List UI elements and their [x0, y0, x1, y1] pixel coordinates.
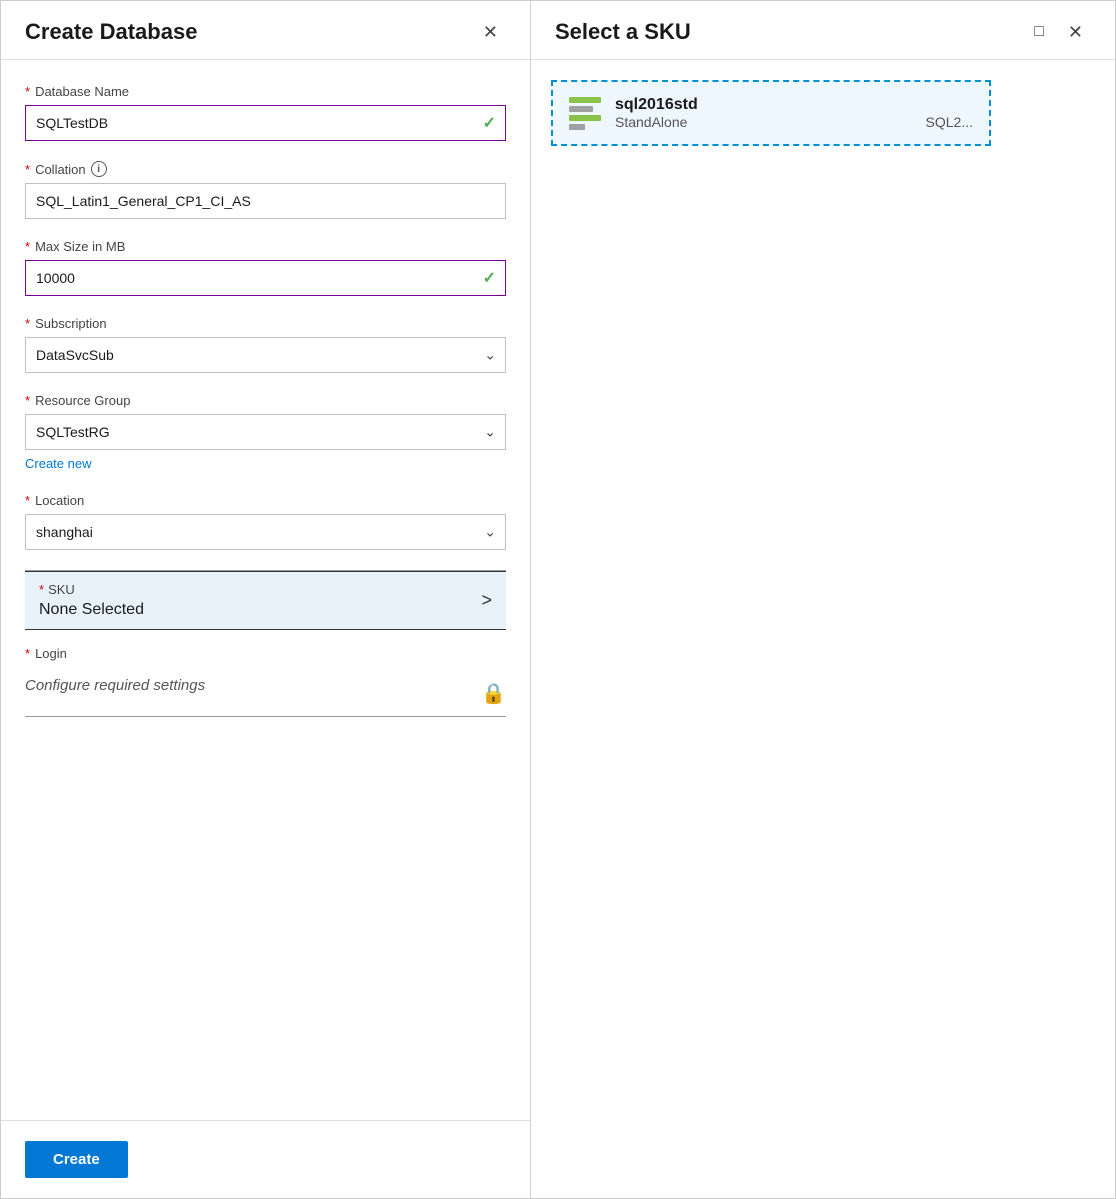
create-new-link[interactable]: Create new — [25, 456, 91, 471]
right-panel-title: Select a SKU — [555, 19, 691, 45]
max-size-label: * Max Size in MB — [25, 239, 506, 254]
sku-value: None Selected — [39, 601, 481, 619]
resource-group-select[interactable]: SQLTestRG — [25, 414, 506, 450]
sku-field-group: * SKU None Selected > — [25, 571, 506, 630]
collation-info-icon[interactable]: i — [91, 161, 107, 177]
login-field-inner: Configure required settings — [25, 677, 481, 694]
sku-selector[interactable]: * SKU None Selected > — [25, 571, 506, 630]
subscription-select[interactable]: DataSvcSub — [25, 337, 506, 373]
required-star-rg: * — [25, 393, 30, 408]
collation-input[interactable] — [25, 183, 506, 219]
sku-bar-3 — [569, 115, 601, 121]
left-panel-close-button[interactable]: ✕ — [475, 19, 506, 45]
required-star-collation: * — [25, 162, 30, 177]
location-field-group: * Location shanghai ⌄ — [25, 493, 506, 550]
location-select-wrapper: shanghai ⌄ — [25, 514, 506, 550]
max-size-field-group: * Max Size in MB ✓ — [25, 239, 506, 296]
database-name-field-group: * Database Name ✓ — [25, 84, 506, 141]
database-name-input[interactable] — [25, 105, 506, 141]
max-size-input-wrapper: ✓ — [25, 260, 506, 296]
required-star: * — [25, 84, 30, 99]
collation-label: * Collation i — [25, 161, 506, 177]
create-button[interactable]: Create — [25, 1141, 128, 1178]
subscription-label: * Subscription — [25, 316, 506, 331]
resource-group-select-wrapper: SQLTestRG ⌄ — [25, 414, 506, 450]
resource-group-label: * Resource Group — [25, 393, 506, 408]
sku-bar-1 — [569, 97, 601, 103]
database-name-label: * Database Name — [25, 84, 506, 99]
resource-group-field-group: * Resource Group SQLTestRG ⌄ Create new — [25, 393, 506, 473]
database-name-input-wrapper: ✓ — [25, 105, 506, 141]
max-size-input[interactable] — [25, 260, 506, 296]
sku-field-inner: * SKU None Selected — [39, 582, 481, 619]
location-label: * Location — [25, 493, 506, 508]
sku-card-type: StandAlone — [615, 114, 912, 130]
right-panel-body: sql2016std StandAlone SQL2... — [531, 60, 1115, 1198]
collation-input-wrapper — [25, 183, 506, 219]
max-size-check-icon: ✓ — [483, 268, 496, 288]
right-panel-header: Select a SKU □ ✕ — [531, 1, 1115, 60]
right-panel-close-button[interactable]: ✕ — [1060, 19, 1091, 45]
sku-card-name: sql2016std — [615, 96, 912, 114]
lock-icon: 🔒 — [481, 681, 506, 706]
sku-card-icon — [569, 97, 601, 130]
database-name-check-icon: ✓ — [483, 113, 496, 133]
required-star-maxsize: * — [25, 239, 30, 254]
required-star-login: * — [25, 646, 30, 661]
left-panel-body: * Database Name ✓ * Collation i — [1, 60, 530, 1120]
sku-bar-4 — [569, 124, 585, 130]
left-panel-header: Create Database ✕ — [1, 1, 530, 60]
left-panel-title: Create Database — [25, 19, 197, 45]
select-sku-panel: Select a SKU □ ✕ sql2016std StandAlone S… — [531, 1, 1115, 1198]
required-star-location: * — [25, 493, 30, 508]
sku-card-version: SQL2... — [926, 114, 973, 130]
right-header-actions: □ ✕ — [1028, 19, 1091, 45]
required-star-subscription: * — [25, 316, 30, 331]
sku-label: SKU — [48, 582, 75, 597]
login-selector[interactable]: Configure required settings 🔒 — [25, 667, 506, 717]
login-label: * Login — [25, 646, 506, 661]
sku-label-row: * SKU — [39, 582, 481, 597]
collation-field-group: * Collation i — [25, 161, 506, 219]
login-field-group: * Login Configure required settings 🔒 — [25, 646, 506, 717]
sku-bar-2 — [569, 106, 593, 112]
subscription-select-wrapper: DataSvcSub ⌄ — [25, 337, 506, 373]
sku-card[interactable]: sql2016std StandAlone SQL2... — [551, 80, 991, 146]
required-star-sku: * — [39, 582, 44, 597]
create-database-panel: Create Database ✕ * Database Name ✓ * Co — [1, 1, 531, 1198]
sku-chevron-right-icon: > — [481, 590, 492, 611]
location-select[interactable]: shanghai — [25, 514, 506, 550]
sku-card-info: sql2016std StandAlone — [615, 96, 912, 130]
login-value: Configure required settings — [25, 677, 481, 694]
maximize-button[interactable]: □ — [1028, 20, 1050, 44]
left-panel-footer: Create — [1, 1120, 530, 1198]
subscription-field-group: * Subscription DataSvcSub ⌄ — [25, 316, 506, 373]
